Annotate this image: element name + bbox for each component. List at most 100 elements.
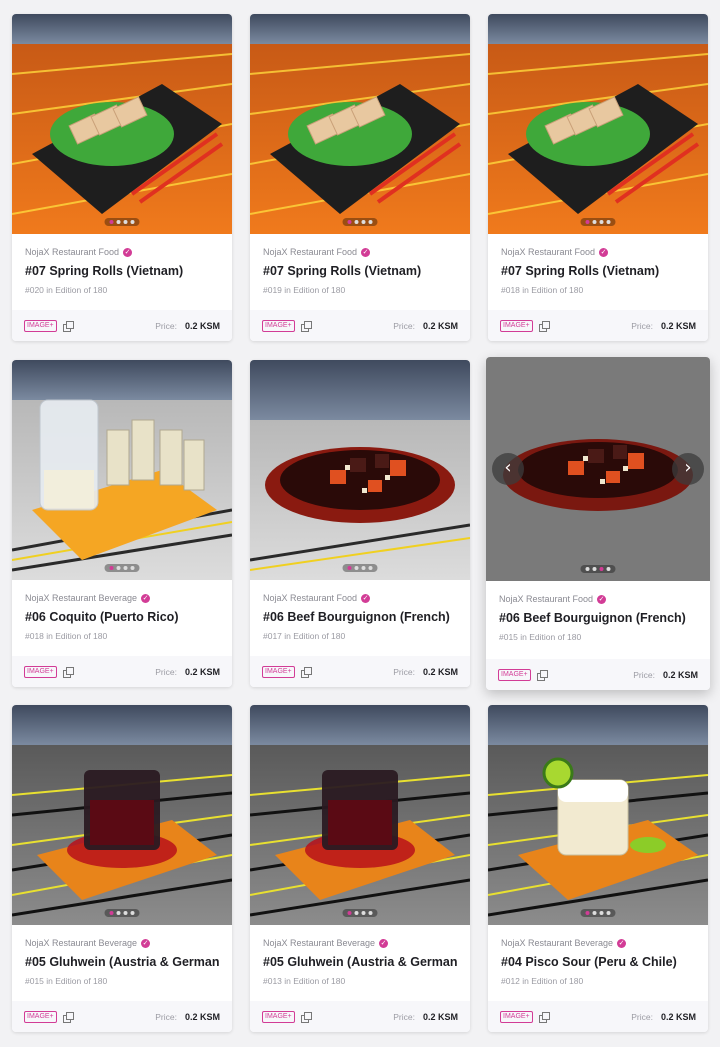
card-footer: IMAGE+ Price: 0.2 KSM <box>12 656 232 687</box>
collection-name[interactable]: NojaX Restaurant Food ✓ <box>263 593 457 603</box>
collection-name[interactable]: NojaX Restaurant Beverage ✓ <box>501 938 695 948</box>
nft-image[interactable] <box>12 360 232 580</box>
nft-title[interactable]: #05 Gluhwein (Austria & Germany) <box>263 955 457 969</box>
copy-icon <box>300 666 312 678</box>
price-value: 0.2 KSM <box>422 320 458 331</box>
nft-image[interactable] <box>250 705 470 925</box>
card-footer: IMAGE+ Price: 0.2 KSM <box>486 659 710 690</box>
edition-info: #013 in Edition of 180 <box>263 976 346 986</box>
edition-info: #019 in Edition of 180 <box>263 285 346 295</box>
verified-check-icon: ✓ <box>123 247 133 257</box>
gluhwein-image <box>250 705 470 925</box>
collection-name[interactable]: NojaX Restaurant Food ✓ <box>499 594 697 604</box>
media-type-badge: IMAGE+ <box>24 319 57 332</box>
collection-name[interactable]: NojaX Restaurant Food ✓ <box>501 247 695 257</box>
carousel-dots[interactable] <box>580 218 616 226</box>
card-footer: IMAGE+ Price: 0.2 KSM <box>488 310 708 341</box>
carousel-dots[interactable] <box>580 909 616 917</box>
price-value: 0.2 KSM <box>422 1011 458 1022</box>
nft-card-grid: NojaX Restaurant Food ✓ #07 Spring Rolls … <box>0 0 720 1047</box>
nft-card-hovered[interactable]: ‹ › NojaX Restaurant Food ✓ #06 Beef Bour… <box>486 357 710 690</box>
media-type-badge: IMAGE+ <box>262 665 295 678</box>
nft-card[interactable]: NojaX Restaurant Beverage ✓ #05 Gluhwein … <box>250 705 470 1032</box>
price-label: Price: <box>393 1011 415 1022</box>
edition-info: #020 in Edition of 180 <box>25 285 108 295</box>
price-label: Price: <box>633 669 655 680</box>
nft-card[interactable]: NojaX Restaurant Food ✓ #06 Beef Bourguig… <box>250 360 470 687</box>
price-value: 0.2 KSM <box>184 1011 220 1022</box>
verified-check-icon: ✓ <box>599 247 609 257</box>
verified-check-icon: ✓ <box>617 938 627 948</box>
price-value: 0.2 KSM <box>422 666 458 677</box>
verified-check-icon: ✓ <box>141 593 151 603</box>
carousel-dots[interactable] <box>104 218 140 226</box>
pisco-sour-image <box>488 705 708 925</box>
nft-card[interactable]: NojaX Restaurant Beverage ✓ #05 Gluhwein … <box>12 705 232 1032</box>
price-value: 0.2 KSM <box>660 1011 696 1022</box>
nft-image[interactable] <box>12 705 232 925</box>
copy-icon <box>536 669 548 681</box>
collection-name[interactable]: NojaX Restaurant Food ✓ <box>263 247 457 257</box>
verified-check-icon: ✓ <box>379 938 389 948</box>
carousel-dots[interactable] <box>104 564 140 572</box>
verified-check-icon: ✓ <box>361 593 371 603</box>
collection-name[interactable]: NojaX Restaurant Food ✓ <box>25 247 219 257</box>
copy-icon <box>300 1011 312 1023</box>
nft-title[interactable]: #06 Coquito (Puerto Rico) <box>25 610 219 624</box>
nft-card[interactable]: NojaX Restaurant Beverage ✓ #04 Pisco Sou… <box>488 705 708 1032</box>
chevron-right-icon[interactable]: › <box>672 453 704 485</box>
chevron-left-icon[interactable]: ‹ <box>492 453 524 485</box>
carousel-dots[interactable] <box>342 218 378 226</box>
nft-title[interactable]: #04 Pisco Sour (Peru & Chile) <box>501 955 695 969</box>
collection-name[interactable]: NojaX Restaurant Beverage ✓ <box>25 938 219 948</box>
price-label: Price: <box>155 320 177 331</box>
nft-title[interactable]: #06 Beef Bourguignon (French) <box>263 610 457 624</box>
collection-name[interactable]: NojaX Restaurant Beverage ✓ <box>25 593 219 603</box>
nft-card[interactable]: NojaX Restaurant Food ✓ #07 Spring Rolls … <box>12 14 232 341</box>
price-label: Price: <box>631 320 653 331</box>
gluhwein-image <box>12 705 232 925</box>
card-footer: IMAGE+ Price: 0.2 KSM <box>12 310 232 341</box>
nft-title[interactable]: #07 Spring Rolls (Vietnam) <box>263 264 457 278</box>
verified-check-icon: ✓ <box>597 594 607 604</box>
carousel-dots[interactable] <box>342 909 378 917</box>
spring-rolls-image <box>488 14 708 234</box>
nft-image[interactable] <box>250 360 470 580</box>
nft-title[interactable]: #07 Spring Rolls (Vietnam) <box>501 264 695 278</box>
price-label: Price: <box>155 1011 177 1022</box>
price-label: Price: <box>155 666 177 677</box>
nft-card[interactable]: NojaX Restaurant Beverage ✓ #06 Coquito (… <box>12 360 232 687</box>
nft-image[interactable] <box>488 14 708 234</box>
copy-icon <box>300 320 312 332</box>
nft-image[interactable] <box>12 14 232 234</box>
nft-card[interactable]: NojaX Restaurant Food ✓ #07 Spring Rolls … <box>250 14 470 341</box>
nft-card[interactable]: NojaX Restaurant Food ✓ #07 Spring Rolls … <box>488 14 708 341</box>
edition-info: #015 in Edition of 180 <box>499 632 582 642</box>
edition-info: #012 in Edition of 180 <box>501 976 584 986</box>
nft-image[interactable] <box>488 705 708 925</box>
media-type-badge: IMAGE+ <box>498 668 531 681</box>
media-type-badge: IMAGE+ <box>262 319 295 332</box>
nft-image[interactable]: ‹ › <box>486 357 710 581</box>
collection-name[interactable]: NojaX Restaurant Beverage ✓ <box>263 938 457 948</box>
media-type-badge: IMAGE+ <box>500 1010 533 1023</box>
nft-title[interactable]: #07 Spring Rolls (Vietnam) <box>25 264 219 278</box>
spring-rolls-image <box>250 14 470 234</box>
nft-title[interactable]: #06 Beef Bourguignon (French) <box>499 611 697 625</box>
media-type-badge: IMAGE+ <box>500 319 533 332</box>
price-value: 0.2 KSM <box>660 320 696 331</box>
edition-info: #015 in Edition of 180 <box>25 976 108 986</box>
copy-icon <box>62 320 74 332</box>
copy-icon <box>538 320 550 332</box>
carousel-dots[interactable] <box>342 564 378 572</box>
nft-title[interactable]: #05 Gluhwein (Austria & Germany) <box>25 955 219 969</box>
card-footer: IMAGE+ Price: 0.2 KSM <box>250 310 470 341</box>
carousel-dots[interactable] <box>580 565 616 573</box>
coquito-image <box>12 360 232 580</box>
carousel-dots[interactable] <box>104 909 140 917</box>
card-footer: IMAGE+ Price: 0.2 KSM <box>250 1001 470 1032</box>
spring-rolls-image <box>12 14 232 234</box>
nft-image[interactable] <box>250 14 470 234</box>
copy-icon <box>62 1011 74 1023</box>
card-footer: IMAGE+ Price: 0.2 KSM <box>250 656 470 687</box>
